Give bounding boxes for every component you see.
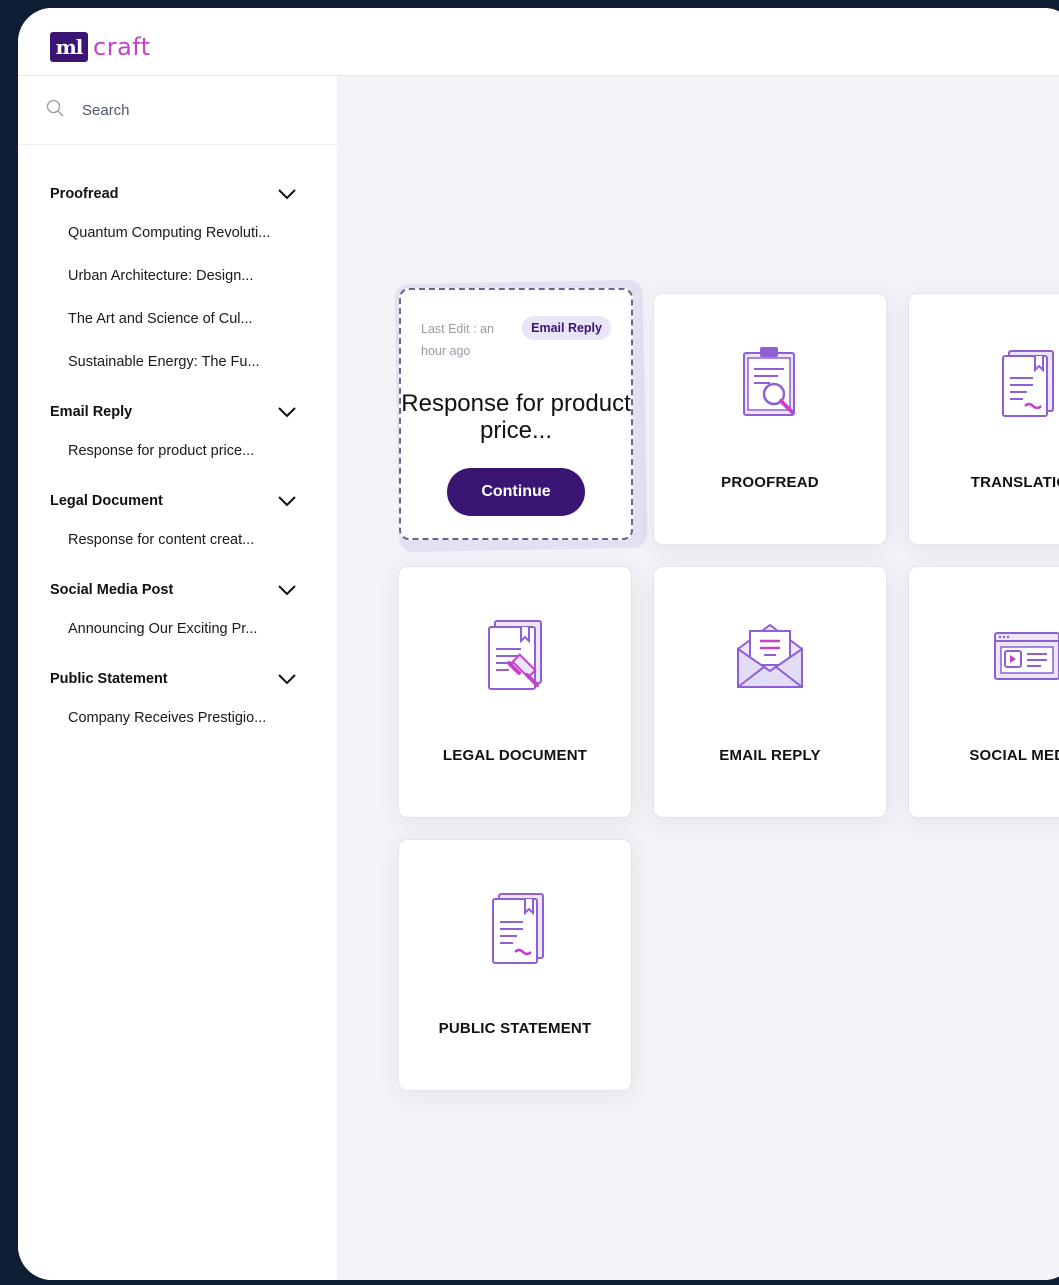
section-legal-document: Legal Document Response for content crea… <box>18 484 337 561</box>
section-header-proofread[interactable]: Proofread <box>18 177 337 211</box>
card-label: PROOFREAD <box>721 474 819 491</box>
email-reply-card[interactable]: EMAIL REPLY <box>653 566 887 818</box>
recent-draft: Last Edit : an hour ago Email Reply Resp… <box>394 279 648 554</box>
social-media-card[interactable]: SOCIAL MEDIA <box>908 566 1059 818</box>
chevron-down-icon[interactable] <box>277 673 297 685</box>
list-item[interactable]: Quantum Computing Revoluti... <box>18 211 337 254</box>
sidebar: Proofread Quantum Computing Revoluti... … <box>18 76 337 1280</box>
logo-text: craft <box>93 33 151 61</box>
search-bar <box>18 76 337 145</box>
card-label: PUBLIC STATEMENT <box>438 1020 592 1037</box>
chevron-down-icon[interactable] <box>277 188 297 200</box>
chevron-down-icon[interactable] <box>277 495 297 507</box>
envelope-icon <box>737 623 803 688</box>
document-icon <box>492 893 544 964</box>
chevron-down-icon[interactable] <box>277 406 297 418</box>
list-item[interactable]: Response for content creat... <box>18 518 337 561</box>
card-label: LEGAL DOCUMENT <box>442 747 588 764</box>
section-header-public-statement[interactable]: Public Statement <box>18 662 337 696</box>
list-item[interactable]: Company Receives Prestigio... <box>18 696 337 739</box>
card-label: TRANSLATION <box>970 474 1059 491</box>
translation-card[interactable]: TRANSLATION <box>908 293 1059 545</box>
last-edit-time: Last Edit : an hour ago <box>421 322 494 358</box>
public-statement-card[interactable]: PUBLIC STATEMENT <box>398 839 632 1091</box>
category-badge: Email Reply <box>522 316 611 340</box>
logo-mark: ml <box>50 32 88 62</box>
section-title: Email Reply <box>50 404 133 420</box>
list-item[interactable]: Urban Architecture: Design... <box>18 254 337 297</box>
chevron-down-icon[interactable] <box>277 584 297 596</box>
browser-video-icon <box>994 632 1059 680</box>
section-header-social-media-post[interactable]: Social Media Post <box>18 573 337 607</box>
section-title: Social Media Post <box>50 582 174 598</box>
section-public-statement: Public Statement Company Receives Presti… <box>18 662 337 739</box>
section-title: Proofread <box>50 186 119 202</box>
search-input[interactable] <box>82 101 302 119</box>
legal-document-card[interactable]: LEGAL DOCUMENT <box>398 566 632 818</box>
section-email-reply: Email Reply Response for product price..… <box>18 395 337 472</box>
section-social-media-post: Social Media Post Announcing Our Excitin… <box>18 573 337 650</box>
list-item[interactable]: The Art and Science of Cul... <box>18 297 337 340</box>
list-item[interactable]: Sustainable Energy: The Fu... <box>18 340 337 383</box>
legal-document-icon <box>488 620 542 690</box>
search-icon <box>46 99 64 117</box>
main-content: Last Edit : an hour ago Email Reply Resp… <box>337 76 1059 1280</box>
card-label: EMAIL REPLY <box>719 747 821 764</box>
clipboard-search-icon <box>743 347 795 416</box>
recent-draft-card[interactable]: Last Edit : an hour ago Email Reply Resp… <box>399 288 633 540</box>
card-label: SOCIAL MEDIA <box>969 747 1059 764</box>
top-bar: ml craft <box>18 8 1059 76</box>
section-proofread: Proofread Quantum Computing Revoluti... … <box>18 177 337 383</box>
section-title: Legal Document <box>50 493 163 509</box>
section-title: Public Statement <box>50 671 168 687</box>
draft-title: Response for product price... <box>401 390 631 444</box>
proofread-card[interactable]: PROOFREAD <box>653 293 887 545</box>
continue-button[interactable]: Continue <box>447 468 585 516</box>
app-window: ml craft Proofread Quantum Computing Rev… <box>18 8 1059 1280</box>
section-header-email-reply[interactable]: Email Reply <box>18 395 337 429</box>
list-item[interactable]: Response for product price... <box>18 429 337 472</box>
logo[interactable]: ml craft <box>50 32 151 62</box>
list-item[interactable]: Announcing Our Exciting Pr... <box>18 607 337 650</box>
sidebar-nav: Proofread Quantum Computing Revoluti... … <box>18 145 337 739</box>
document-icon <box>1002 350 1054 417</box>
section-header-legal-document[interactable]: Legal Document <box>18 484 337 518</box>
